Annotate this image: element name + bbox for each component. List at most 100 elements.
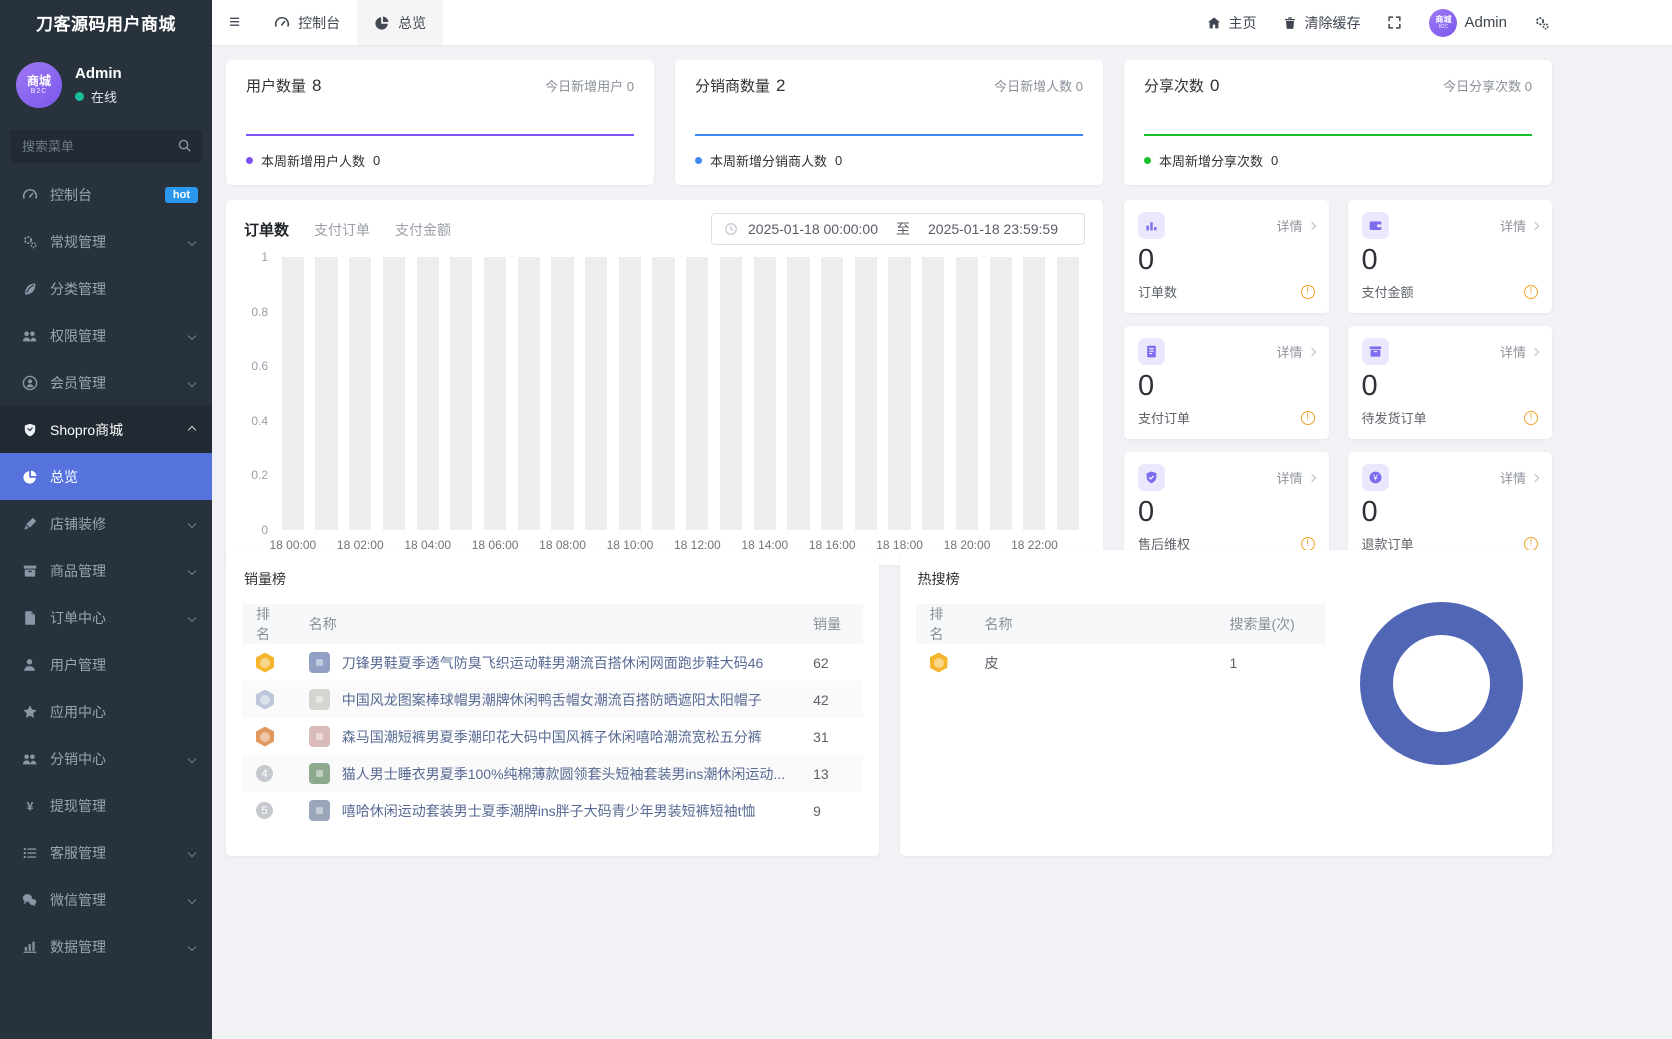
product-name[interactable]: 森马国潮短裤男夏季潮印花大码中国风裤子休闲嘻哈潮流宽松五分裤	[342, 727, 762, 747]
detail-link[interactable]: 详情	[1276, 342, 1316, 361]
avatar-subtext: B2C	[30, 88, 48, 96]
sidebar-menu: 控制台 hot 常规管理分类管理权限管理会员管理 Shopro商城 总览店铺装修商品管理…	[0, 171, 212, 1039]
clear-cache-label: 清除缓存	[1304, 14, 1361, 31]
chevron-right-icon	[1307, 347, 1316, 356]
hamburger-icon[interactable]: ≡	[212, 12, 257, 34]
chevron-right-icon	[1530, 347, 1540, 356]
table-row: 中国风龙图案棒球帽男潮牌休闲鸭舌帽女潮流百搭防晒遮阳太阳帽子 42	[242, 681, 863, 718]
tile-footer: 支付订单!	[1138, 408, 1315, 427]
sidebar-item-订单中心[interactable]: 订单中心	[0, 594, 212, 641]
orders-chart-card: 订单数 支付订单 支付金额 2025-01-18 00:00:00 至 2025-0…	[226, 200, 1103, 565]
sidebar-item-数据管理[interactable]: 数据管理	[0, 923, 212, 970]
receipt-icon	[1138, 338, 1165, 365]
chart-bar	[787, 257, 810, 530]
stat-tiles: 详情 0 订单数! 详情 0 支付金额! 详情 0 支付订单! 详情 0 待发货订单! 详情 0 售后维权!…	[1124, 200, 1552, 565]
stat-card-title: 分销商数量	[695, 78, 771, 95]
pie-icon	[374, 15, 390, 31]
chart-tab-支付订单[interactable]: 支付订单	[314, 220, 370, 240]
medal-3-icon	[256, 726, 274, 747]
sales-rank-card: 销量榜 排名 名称 销量 刀锋男鞋夏季透气防臭飞织运动鞋男潮流百搭休闲网面跑步鞋大码…	[226, 550, 879, 856]
tab-总览[interactable]: 总览	[357, 0, 444, 45]
detail-label: 详情	[1276, 345, 1303, 360]
warning-icon[interactable]: !	[1524, 284, 1538, 299]
chart-bar-slot	[883, 257, 917, 530]
chart-bar	[382, 257, 406, 530]
sidebar-item-label: 分类管理	[50, 280, 106, 297]
search-icon[interactable]	[177, 138, 192, 153]
fullscreen-button[interactable]	[1387, 15, 1402, 30]
sidebar-item-总览[interactable]: 总览	[0, 453, 212, 500]
product-name[interactable]: 猫人男士睡衣男夏季100%纯棉薄款圆领套头短袖套装男ins潮休闲运动...	[342, 764, 785, 784]
sidebar-item-提现管理[interactable]: ¥ 提现管理	[0, 782, 212, 829]
sidebar-item-label: 微信管理	[50, 891, 106, 908]
tile-header: 详情	[1361, 338, 1540, 365]
date-range-picker[interactable]: 2025-01-18 00:00:00 至 2025-01-18 23:59:5…	[711, 213, 1085, 245]
tile-label: 订单数	[1138, 285, 1178, 300]
users-icon	[20, 328, 39, 344]
stat-card-title: 分享次数	[1144, 78, 1205, 95]
sidebar-item-分销中心[interactable]: 分销中心	[0, 735, 212, 782]
sidebar-item-应用中心[interactable]: 应用中心	[0, 688, 212, 735]
stat-card-用户数量: 用户数量 8 今日新增用户 0 本周新增用户人数 0	[226, 60, 654, 185]
name-cell: 嘻哈休闲运动套装男士夏季潮牌ins胖子大码青少年男装短裤短袖t恤	[295, 792, 799, 829]
sidebar-item-常规管理[interactable]: 常规管理	[0, 218, 212, 265]
chart-icon	[20, 939, 39, 955]
chart-bar	[854, 257, 877, 530]
sidebar-item-客服管理[interactable]: 客服管理	[0, 829, 212, 876]
sidebar-item-店铺装修[interactable]: 店铺装修	[0, 500, 212, 547]
detail-link[interactable]: 详情	[1499, 342, 1540, 361]
list-icon	[20, 845, 39, 861]
detail-label: 详情	[1499, 345, 1526, 360]
y-tick-label: 0.8	[251, 304, 268, 319]
chevron-right-icon	[1307, 473, 1316, 482]
detail-link[interactable]: 详情	[1500, 468, 1540, 487]
week-value: 0	[1271, 153, 1279, 168]
stat-card-header: 分销商数量 2 今日新增人数 0	[695, 75, 1083, 96]
home-button[interactable]: 主页	[1207, 13, 1256, 33]
stat-card-value: 0	[1210, 76, 1220, 95]
clear-cache-button[interactable]: 清除缓存	[1283, 13, 1360, 33]
sidebar-item-用户管理[interactable]: 用户管理	[0, 641, 212, 688]
stat-card-title-group: 分享次数 0	[1144, 75, 1219, 96]
sidebar-item-商品管理[interactable]: 商品管理	[0, 547, 212, 594]
detail-link[interactable]: 详情	[1276, 468, 1316, 487]
sidebar-item-会员管理[interactable]: 会员管理	[0, 359, 212, 406]
chart-tab-订单数[interactable]: 订单数	[244, 219, 289, 240]
detail-link[interactable]: 详情	[1276, 216, 1316, 235]
tab-控制台[interactable]: 控制台	[257, 0, 357, 45]
menu-search-input[interactable]	[10, 130, 202, 163]
sidebar-item-分类管理[interactable]: 分类管理	[0, 265, 212, 312]
sidebar-item-Shopro商城[interactable]: Shopro商城	[0, 406, 212, 453]
chart-bar	[686, 257, 709, 530]
topbar-user[interactable]: 商城 B2C Admin	[1429, 8, 1507, 37]
chart-tab-支付金额[interactable]: 支付金额	[395, 220, 451, 240]
warning-icon[interactable]: !	[1524, 410, 1538, 425]
table-row: 皮1	[916, 644, 1326, 681]
chevron-left-icon	[187, 237, 197, 246]
detail-link[interactable]: 详情	[1500, 216, 1540, 235]
date-to[interactable]: 2025-01-18 23:59:59	[928, 221, 1058, 237]
sidebar-item-微信管理[interactable]: 微信管理	[0, 876, 212, 923]
sidebar-item-label: 店铺装修	[50, 515, 106, 532]
sidebar-item-label: 数据管理	[50, 938, 106, 955]
product-name[interactable]: 刀锋男鞋夏季透气防臭飞织运动鞋男潮流百搭休闲网面跑步鞋大码46	[342, 653, 764, 673]
sidebar-item-label: 会员管理	[50, 374, 106, 391]
warning-icon[interactable]: !	[1524, 536, 1538, 551]
warning-icon[interactable]: !	[1300, 536, 1315, 551]
warning-icon[interactable]: !	[1300, 410, 1315, 425]
sidebar-item-控制台[interactable]: 控制台 hot	[0, 171, 212, 218]
rank-cell	[242, 644, 295, 681]
date-from[interactable]: 2025-01-18 00:00:00	[748, 221, 878, 237]
tile-退款订单: ¥ 详情 0 退款订单!	[1347, 452, 1552, 565]
sidebar-item-权限管理[interactable]: 权限管理	[0, 312, 212, 359]
chevron-left-icon	[187, 848, 197, 857]
settings-button[interactable]	[1534, 15, 1550, 31]
avatar[interactable]: 商城 B2C	[16, 62, 62, 108]
chart-bar	[820, 257, 844, 530]
product-name[interactable]: 嘻哈休闲运动套装男士夏季潮牌ins胖子大码青少年男装短裤短袖t恤	[342, 801, 756, 821]
warning-icon[interactable]: !	[1300, 284, 1315, 299]
column-header-搜索量(次): 搜索量(次)	[1215, 604, 1326, 644]
chart-bar	[1023, 257, 1046, 530]
product-name[interactable]: 中国风龙图案棒球帽男潮牌休闲鸭舌帽女潮流百搭防晒遮阳太阳帽子	[342, 690, 762, 710]
bar-chart-icon	[1138, 212, 1165, 239]
